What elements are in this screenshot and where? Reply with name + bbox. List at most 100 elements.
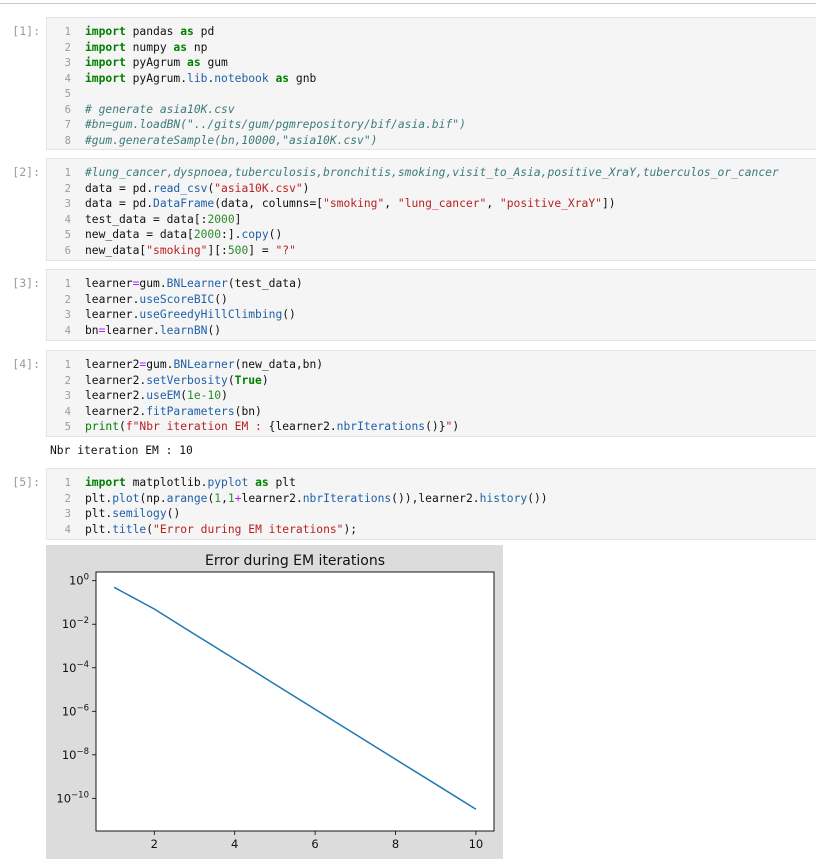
line-number: 1 bbox=[64, 477, 71, 489]
line-number: 6 bbox=[64, 103, 71, 116]
y-tick-label: 10−10 bbox=[56, 790, 89, 805]
code-text: new_data = data[2000:].copy() bbox=[85, 228, 283, 241]
line-number: 2 bbox=[64, 41, 71, 54]
code-lines: 1 import matplotlib.pyplot as plt 2 plt.plo… bbox=[47, 469, 816, 537]
line-number: 3 bbox=[64, 508, 71, 520]
code-line: 1 import matplotlib.pyplot as plt bbox=[47, 475, 816, 491]
x-tick-label: 2 bbox=[151, 837, 158, 851]
code-text: learner.useGreedyHillClimbing() bbox=[85, 308, 296, 321]
code-line: 6 # generate asia10K.csv bbox=[47, 102, 816, 118]
line-number: 4 bbox=[64, 213, 71, 226]
line-number: 3 bbox=[64, 309, 71, 321]
code-text: learner2.setVerbosity(True) bbox=[85, 373, 269, 387]
cell-prompt-4: [4]: bbox=[12, 357, 40, 371]
x-tick-label: 4 bbox=[231, 837, 238, 851]
line-number: 5 bbox=[64, 421, 71, 433]
line-number: 2 bbox=[64, 293, 71, 306]
code-line: 4 learner2.fitParameters(bn) bbox=[47, 404, 816, 420]
code-text: learner=gum.BNLearner(test_data) bbox=[85, 277, 303, 290]
code-text: import pandas as pd bbox=[85, 25, 215, 38]
code-text: learner2=gum.BNLearner(new_data,bn) bbox=[85, 358, 324, 371]
line-number: 2 bbox=[64, 492, 71, 505]
line-number: 4 bbox=[64, 72, 71, 85]
line-number: 7 bbox=[64, 119, 71, 131]
x-tick-label: 6 bbox=[311, 837, 318, 851]
line-chart: Error during EM iterations 2 4 6 8 10 100 10−… bbox=[56, 553, 495, 851]
line-number: 5 bbox=[64, 229, 71, 241]
code-line: 3 data = pd.DataFrame(data, columns=["smo… bbox=[47, 196, 816, 212]
line-number: 3 bbox=[64, 198, 71, 210]
code-text: plt.plot(np.arange(1,1+learner2.nbrItera… bbox=[85, 491, 548, 505]
code-text: import pyAgrum as gum bbox=[85, 56, 228, 69]
code-text: #gum.generateSample(bn,10000,"asia10K.cs… bbox=[85, 133, 378, 147]
plot-output: Error during EM iterations 2 4 6 8 10 100 10−… bbox=[46, 545, 503, 859]
code-text: plt.semilogy() bbox=[85, 507, 181, 520]
code-line: 3 learner2.useEM(1e-10) bbox=[47, 388, 816, 404]
code-text: data = pd.read_csv("asia10K.csv") bbox=[85, 181, 310, 195]
code-lines: 1 #lung_cancer,dyspnoea,tuberculosis,bron… bbox=[47, 159, 816, 258]
y-tick-label: 10−6 bbox=[62, 703, 89, 718]
code-cell-4[interactable]: 1 learner2=gum.BNLearner(new_data,bn) 2 lea… bbox=[46, 350, 816, 437]
code-text: learner.useScoreBIC() bbox=[85, 292, 228, 306]
code-text: test_data = data[:2000] bbox=[85, 212, 242, 226]
code-line: 4 test_data = data[:2000] bbox=[47, 212, 816, 228]
code-lines: 1 import pandas as pd 2 import numpy as np 3… bbox=[47, 18, 816, 148]
code-text: import numpy as np bbox=[85, 40, 208, 54]
code-line: 3 import pyAgrum as gum bbox=[47, 55, 816, 71]
code-line: 4 bn=learner.learnBN() bbox=[47, 323, 816, 339]
code-line: 2 data = pd.read_csv("asia10K.csv") bbox=[47, 181, 816, 197]
code-line: 4 plt.title("Error during EM iterations")… bbox=[47, 522, 816, 538]
code-text: learner2.fitParameters(bn) bbox=[85, 404, 262, 418]
line-number: 2 bbox=[64, 374, 71, 387]
cell-prompt-2: [2]: bbox=[12, 165, 40, 179]
code-lines: 1 learner2=gum.BNLearner(new_data,bn) 2 lea… bbox=[47, 351, 816, 435]
line-number: 4 bbox=[64, 324, 71, 337]
code-line: 7 #bn=gum.loadBN("../gits/gum/pgmreposito… bbox=[47, 117, 816, 133]
code-text: new_data["smoking"][:500] = "?" bbox=[85, 243, 296, 257]
cell-output-4: Nbr iteration EM : 10 bbox=[50, 444, 193, 457]
y-tick-label: 10−8 bbox=[62, 747, 89, 762]
code-cell-1[interactable]: 1 import pandas as pd 2 import numpy as np 3… bbox=[46, 17, 816, 150]
code-line: 1 learner2=gum.BNLearner(new_data,bn) bbox=[47, 357, 816, 373]
line-number: 2 bbox=[64, 182, 71, 195]
code-text: import pyAgrum.lib.notebook as gnb bbox=[85, 71, 317, 85]
line-number: 5 bbox=[64, 88, 71, 100]
code-cell-2[interactable]: 1 #lung_cancer,dyspnoea,tuberculosis,bron… bbox=[46, 158, 816, 261]
code-line: 2 import numpy as np bbox=[47, 40, 816, 56]
code-line: 2 learner2.setVerbosity(True) bbox=[47, 373, 816, 389]
y-tick-label: 10−4 bbox=[62, 660, 89, 675]
line-number: 6 bbox=[64, 244, 71, 257]
line-number: 4 bbox=[64, 405, 71, 418]
code-text: #bn=gum.loadBN("../gits/gum/pgmrepositor… bbox=[85, 118, 466, 131]
x-tick-label: 8 bbox=[392, 837, 399, 851]
cell-prompt-5: [5]: bbox=[12, 475, 40, 489]
code-line: 1 import pandas as pd bbox=[47, 24, 816, 40]
code-text: plt.title("Error during EM iterations"); bbox=[85, 522, 358, 536]
code-line: 1 learner=gum.BNLearner(test_data) bbox=[47, 276, 816, 292]
code-text: bn=learner.learnBN() bbox=[85, 323, 222, 337]
code-cell-3[interactable]: 1 learner=gum.BNLearner(test_data) 2 learne… bbox=[46, 269, 816, 341]
y-tick-label: 100 bbox=[69, 573, 89, 588]
code-line: 2 learner.useScoreBIC() bbox=[47, 292, 816, 308]
code-line: 1 #lung_cancer,dyspnoea,tuberculosis,bron… bbox=[47, 165, 816, 181]
code-line: 2 plt.plot(np.arange(1,1+learner2.nbrIter… bbox=[47, 491, 816, 507]
code-line: 5 print(f"Nbr iteration EM : {learner2.nb… bbox=[47, 419, 816, 435]
code-line: 8 #gum.generateSample(bn,10000,"asia10K.c… bbox=[47, 133, 816, 149]
code-text: learner2.useEM(1e-10) bbox=[85, 389, 228, 402]
line-number: 3 bbox=[64, 57, 71, 69]
code-line: 6 new_data["smoking"][:500] = "?" bbox=[47, 243, 816, 259]
x-tick-label: 10 bbox=[469, 837, 484, 851]
code-text: # generate asia10K.csv bbox=[85, 102, 235, 116]
y-tick-label: 10−2 bbox=[62, 616, 89, 631]
code-cell-5[interactable]: 1 import matplotlib.pyplot as plt 2 plt.plo… bbox=[46, 468, 816, 540]
line-number: 8 bbox=[64, 134, 71, 147]
code-text: #lung_cancer,dyspnoea,tuberculosis,bronc… bbox=[85, 166, 779, 179]
line-number: 1 bbox=[64, 26, 71, 38]
code-text: import matplotlib.pyplot as plt bbox=[85, 476, 296, 489]
code-line: 5 new_data = data[2000:].copy() bbox=[47, 227, 816, 243]
code-lines: 1 learner=gum.BNLearner(test_data) 2 learne… bbox=[47, 270, 816, 338]
code-line: 5 bbox=[47, 86, 816, 102]
line-number: 1 bbox=[64, 278, 71, 290]
line-number: 1 bbox=[64, 359, 71, 371]
line-number: 1 bbox=[64, 167, 71, 179]
